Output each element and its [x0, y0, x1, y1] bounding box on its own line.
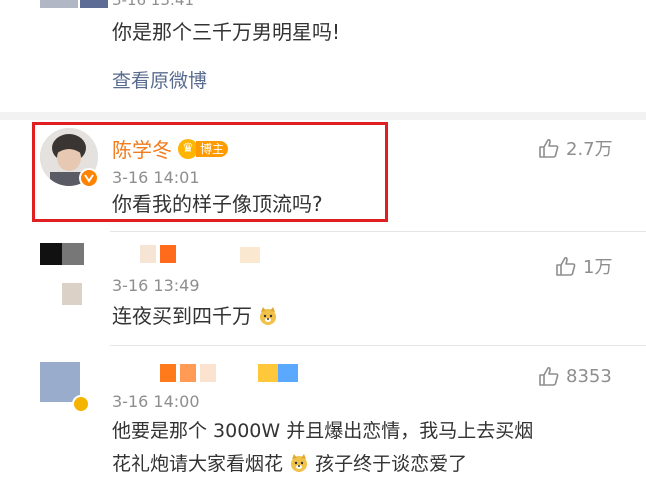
section-gap — [0, 112, 646, 120]
view-original-weibo-link[interactable]: 查看原微博 — [112, 72, 207, 91]
verified-badge-icon — [72, 395, 90, 413]
avatar-mosaic[interactable] — [40, 243, 84, 305]
blogger-badge-icon: ♛ — [178, 139, 198, 159]
top-comment-date: 3-16 13:41 — [112, 0, 195, 9]
thumbs-up-icon — [539, 366, 559, 386]
reply-text-line-2-part-a: 花礼炮请大家看烟花 — [112, 453, 284, 475]
like-button[interactable]: 8353 — [538, 365, 612, 387]
reply-text: 连夜买到四千万 — [112, 306, 278, 326]
like-count: 8353 — [566, 365, 612, 387]
reply-text-content: 连夜买到四千万 — [112, 304, 252, 328]
blogger-badge-label: 博主 — [196, 141, 229, 157]
top-comment-avatar-mosaic — [40, 0, 110, 8]
reply-text-line-1: 他要是那个 3000W 并且爆出恋情，我马上去买烟 — [112, 420, 534, 442]
divider — [110, 231, 646, 232]
thumbs-up-icon — [556, 256, 576, 276]
reply-date: 3-16 13:49 — [112, 276, 200, 295]
reply-text-line-2: 花礼炮请大家看烟花 孩子终于谈恋爱了 — [112, 453, 467, 474]
username-mosaic[interactable] — [160, 362, 300, 384]
divider — [110, 345, 646, 346]
top-comment-text: 你是那个三千万男明星吗! — [112, 20, 341, 44]
reply-text: 你看我的样子像顶流吗? — [112, 192, 323, 216]
avatar-mosaic[interactable] — [40, 362, 80, 402]
verified-badge-icon — [79, 168, 99, 188]
doge-emoji-icon — [258, 306, 278, 326]
like-count: 2.7万 — [566, 139, 613, 160]
reply-date: 3-16 14:00 — [112, 392, 200, 411]
like-count: 1万 — [583, 257, 613, 278]
username-mosaic[interactable] — [140, 243, 260, 265]
like-button[interactable]: 2.7万 — [538, 135, 613, 161]
doge-emoji-icon — [289, 453, 309, 473]
reply-date: 3-16 14:01 — [112, 168, 200, 187]
author-name[interactable]: 陈学冬 — [112, 140, 172, 160]
blogger-badge: ♛ 博主 — [178, 139, 229, 159]
like-button[interactable]: 1万 — [555, 253, 612, 279]
thumbs-up-icon — [539, 138, 559, 158]
reply-text-line-2-part-b: 孩子终于谈恋爱了 — [315, 453, 468, 475]
